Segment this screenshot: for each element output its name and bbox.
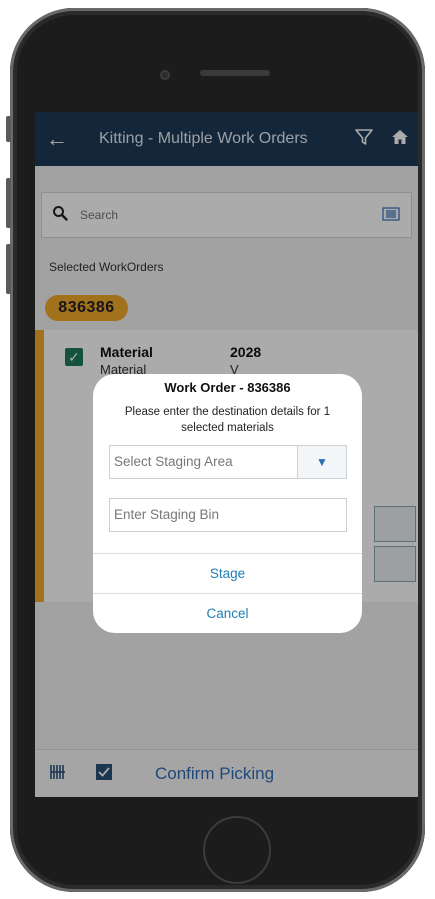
staging-dialog: Work Order - 836386 Please enter the des… (93, 374, 362, 633)
app-screen: ← Kitting - Multiple Work Orders Selecte… (35, 112, 418, 797)
volume-up-button (6, 178, 11, 228)
volume-down-button (6, 244, 11, 294)
home-button[interactable] (203, 816, 271, 884)
stage-button[interactable]: Stage (93, 566, 362, 581)
chevron-down-icon[interactable]: ▼ (297, 446, 346, 478)
front-camera (160, 70, 170, 80)
dialog-title: Work Order - 836386 (164, 380, 291, 395)
cancel-button[interactable]: Cancel (93, 606, 362, 621)
divider (93, 593, 362, 594)
staging-area-placeholder: Select Staging Area (114, 454, 233, 469)
divider (93, 553, 362, 554)
staging-area-select[interactable]: Select Staging Area ▼ (109, 445, 347, 479)
staging-bin-input[interactable]: Enter Staging Bin (109, 498, 347, 532)
silent-switch (6, 116, 11, 142)
dialog-message: Please enter the destination details for… (124, 406, 331, 434)
earpiece-speaker (200, 70, 270, 76)
